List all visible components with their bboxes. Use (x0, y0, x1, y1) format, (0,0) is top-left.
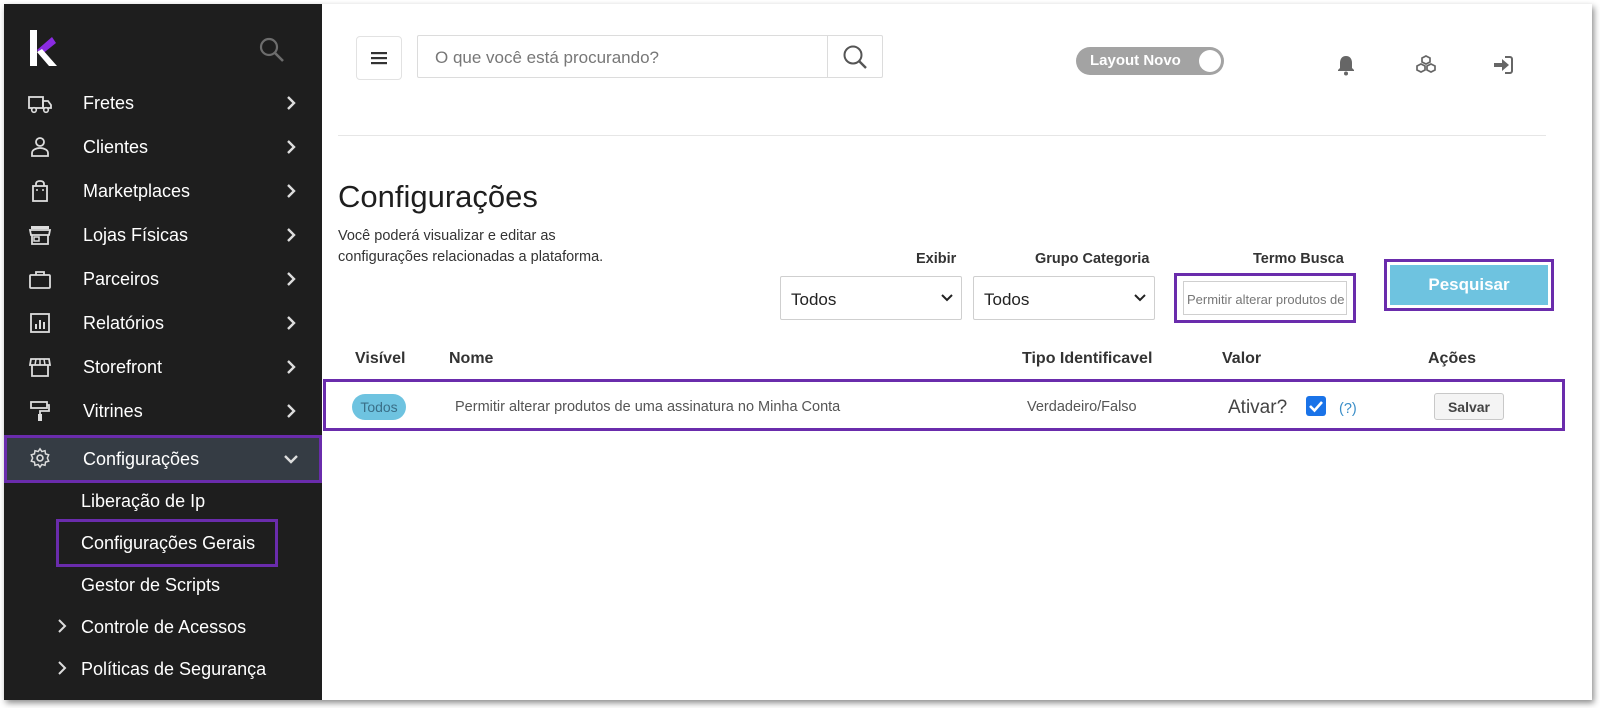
menu-button[interactable] (356, 36, 402, 80)
shopping-bag-icon (32, 180, 48, 202)
paint-roller-icon (30, 401, 50, 421)
sidebar-item-label: Fretes (83, 93, 135, 113)
search-input[interactable]: O que você está procurando? (435, 48, 659, 68)
filter-label-exibir: Exibir (916, 251, 957, 267)
column-header-nome: Nome (449, 350, 494, 367)
sidebar-item-parceiros[interactable]: Parceiros (4, 257, 322, 301)
main-content: O que você está procurando? Layout Novo (322, 4, 1592, 700)
chevron-right-icon (287, 184, 296, 198)
help-link[interactable]: (?) (1339, 401, 1357, 417)
exibir-value: Todos (791, 290, 837, 309)
highlight-box: Pesquisar (1384, 259, 1554, 311)
termo-busca-input[interactable]: Permitir alterar produtos de uma assinat… (1183, 281, 1347, 315)
salvar-button[interactable]: Salvar (1434, 393, 1504, 420)
hamburger-icon (371, 52, 387, 65)
sidebar-item-marketplaces[interactable]: Marketplaces (4, 169, 322, 213)
logo-icon[interactable] (28, 28, 58, 68)
sidebar-item-label: Storefront (83, 357, 163, 377)
chevron-right-icon (287, 272, 296, 286)
header-divider (338, 135, 1546, 136)
row-tipo: Verdadeiro/Falso (1027, 399, 1137, 415)
page-description: Você poderá visualizar e editar as confi… (338, 228, 604, 265)
subitem-configuracoes-gerais[interactable]: Configurações Gerais (81, 533, 255, 554)
grupo-select[interactable]: Todos (973, 276, 1155, 320)
chevron-right-icon (58, 619, 67, 633)
pesquisar-button[interactable]: Pesquisar (1390, 265, 1548, 305)
sidebar-item-configuracoes[interactable]: Configurações (4, 435, 322, 483)
search-icon[interactable] (258, 36, 286, 64)
chevron-right-icon (287, 140, 296, 154)
sidebar-item-lojas-fisicas[interactable]: Lojas Físicas (4, 213, 322, 257)
subitem-gestor-scripts[interactable]: Gestor de Scripts (81, 575, 220, 596)
subitem-politicas-seguranca[interactable]: Políticas de Segurança (81, 659, 266, 680)
app-window: Fretes Clientes Marketplaces Lojas Físic… (4, 4, 1592, 700)
layout-toggle[interactable]: Layout Novo (1076, 47, 1224, 75)
search-icon (843, 45, 867, 69)
column-header-acoes: Ações (1428, 350, 1477, 367)
termo-busca-value: Permitir alterar produtos de uma assinat… (1187, 292, 1346, 307)
report-icon (30, 313, 50, 333)
chevron-down-icon (1134, 294, 1146, 302)
table-row: Todos Permitir alterar produtos de uma a… (323, 379, 1565, 431)
sidebar-item-label: Clientes (83, 137, 149, 157)
boxes-icon[interactable] (1415, 54, 1437, 76)
sidebar-item-clientes[interactable]: Clientes (4, 125, 322, 169)
truck-icon (28, 96, 52, 114)
user-icon (31, 137, 49, 157)
chevron-down-icon (284, 455, 298, 464)
sign-out-icon[interactable] (1492, 54, 1514, 76)
column-header-tipo: Tipo Identificavel (1022, 350, 1153, 367)
ativar-label: Ativar? (1228, 397, 1288, 418)
sidebar-item-storefront[interactable]: Storefront (4, 345, 322, 389)
sidebar-item-vitrines[interactable]: Vitrines (4, 389, 322, 433)
sidebar-item-label: Configurações (83, 449, 200, 469)
sidebar-item-label: Marketplaces (83, 181, 191, 201)
sidebar-item-label: Relatórios (83, 313, 165, 333)
subitem-liberacao-ip[interactable]: Liberação de Ip (81, 491, 205, 512)
chevron-down-icon (941, 294, 953, 302)
storefront-icon (28, 358, 52, 377)
bell-icon[interactable] (1335, 54, 1357, 76)
briefcase-icon (29, 271, 51, 289)
exibir-select[interactable]: Todos (780, 276, 962, 320)
toggle-knob (1199, 50, 1221, 72)
search-button[interactable] (827, 36, 882, 77)
chevron-right-icon (287, 96, 296, 110)
page-title: Configurações (338, 179, 538, 214)
store-icon (28, 226, 52, 245)
grupo-value: Todos (984, 290, 1030, 309)
chevron-right-icon (287, 316, 296, 330)
sidebar: Fretes Clientes Marketplaces Lojas Físic… (4, 4, 322, 700)
chevron-right-icon (287, 404, 296, 418)
highlight-box: Permitir alterar produtos de uma assinat… (1174, 273, 1356, 323)
ativar-checkbox[interactable] (1306, 396, 1326, 416)
filter-label-grupo: Grupo Categoria (1035, 251, 1150, 267)
column-header-visivel: Visível (355, 350, 406, 367)
chevron-right-icon (287, 360, 296, 374)
toggle-label: Layout Novo (1090, 52, 1181, 69)
sidebar-item-relatorios[interactable]: Relatórios (4, 301, 322, 345)
global-search[interactable]: O que você está procurando? (417, 35, 883, 78)
chevron-right-icon (58, 661, 67, 675)
sidebar-item-label: Lojas Físicas (83, 225, 189, 245)
column-header-valor: Valor (1222, 350, 1262, 367)
gear-icon (30, 447, 50, 469)
visivel-badge: Todos (352, 394, 406, 420)
subitem-controle-acessos[interactable]: Controle de Acessos (81, 617, 246, 638)
sidebar-item-label: Vitrines (83, 401, 143, 421)
row-nome: Permitir alterar produtos de uma assinat… (455, 399, 841, 415)
checkmark-icon (1309, 401, 1323, 413)
chevron-right-icon (287, 228, 296, 242)
sidebar-item-label: Parceiros (83, 269, 160, 289)
sidebar-item-fretes[interactable]: Fretes (4, 81, 322, 125)
filter-label-termo: Termo Busca (1253, 251, 1344, 267)
